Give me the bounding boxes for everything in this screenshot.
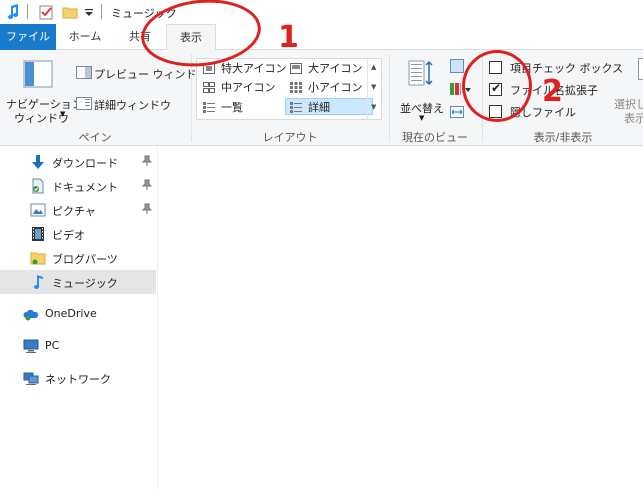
details-view-icon — [290, 102, 302, 113]
nav-item-pictures[interactable]: ピクチャ — [0, 198, 156, 222]
annotation-circle-2 — [462, 50, 532, 122]
ribbon-tabs: ファイル ホーム 共有 表示 — [0, 24, 643, 51]
network-icon — [23, 372, 39, 385]
layout-large-label: 大アイコン — [308, 62, 363, 75]
nav-item-music[interactable]: ミュージック — [0, 270, 156, 294]
nav-item-label: ネットワーク — [45, 373, 111, 386]
details-pane-label: 詳細ウィンドウ — [94, 99, 171, 112]
pin-icon[interactable] — [142, 179, 152, 191]
layout-large-icons[interactable]: 大アイコン — [286, 60, 374, 77]
layout-gallery: 特大アイコン 大アイコン 中アイコン 小アイコン 一覧 詳細 ▲ ▼ ▼ — [196, 58, 382, 120]
properties-icon[interactable] — [38, 4, 54, 20]
annotation-number-2: 2 — [542, 74, 563, 109]
scroll-up-icon[interactable]: ▲ — [371, 63, 376, 71]
nav-item-videos[interactable]: ビデオ — [0, 222, 156, 246]
title-separator — [101, 4, 102, 19]
onedrive-icon — [23, 309, 39, 321]
sort-by-button[interactable]: 並べ替え ▼ — [396, 56, 448, 126]
customize-quick-access-icon[interactable] — [84, 4, 94, 20]
tab-home[interactable]: ホーム — [56, 24, 114, 50]
nav-pane-button[interactable]: ナビゲーション ウィンドウ ▼ — [4, 56, 83, 126]
layout-list[interactable]: 一覧 — [199, 99, 287, 116]
layout-medium-icons[interactable]: 中アイコン — [199, 79, 287, 96]
annotation-number-1: 1 — [278, 20, 299, 55]
hide-selected-button[interactable]: 選択し 表示 — [612, 56, 643, 126]
layout-small-label: 小アイコン — [308, 81, 363, 94]
pin-icon[interactable] — [142, 155, 152, 167]
nav-item-blog-parts[interactable]: ブログパーツ — [0, 246, 156, 270]
size-columns-icon[interactable] — [450, 106, 464, 118]
details-pane-icon — [76, 97, 92, 110]
scroll-down-icon[interactable]: ▼ — [371, 83, 376, 91]
navigation-pane: ダウンロード ドキュメント ピクチャ ビデオ ブログパーツ ミュージック One… — [0, 147, 158, 489]
hide-selected-icon — [638, 58, 643, 80]
layout-list-label: 一覧 — [221, 101, 243, 114]
nav-item-documents[interactable]: ドキュメント — [0, 174, 156, 198]
folder-icon — [30, 252, 46, 265]
group-label-layout: レイアウト — [262, 131, 318, 144]
nav-item-label: ブログパーツ — [52, 253, 118, 266]
video-icon — [32, 227, 44, 241]
gallery-expand-icon[interactable]: ▼ — [371, 103, 376, 111]
pin-icon[interactable] — [142, 203, 152, 215]
download-icon — [32, 155, 44, 169]
large-icons-icon — [290, 63, 302, 74]
chevron-down-icon: ▼ — [60, 110, 66, 118]
layout-extra-large-label: 特大アイコン — [221, 62, 287, 75]
nav-item-label: OneDrive — [45, 307, 97, 320]
list-icon — [203, 102, 215, 113]
nav-item-pc[interactable]: PC — [0, 334, 156, 358]
chevron-down-icon: ▼ — [419, 114, 425, 122]
small-icons-icon — [290, 82, 302, 93]
title-bar: ミュージック — [0, 0, 643, 24]
layout-small-icons[interactable]: 小アイコン — [286, 79, 374, 96]
nav-item-network[interactable]: ネットワーク — [0, 366, 156, 390]
preview-pane-icon — [76, 66, 92, 79]
new-folder-icon[interactable] — [62, 4, 78, 20]
preview-pane-button[interactable]: プレビュー ウィンドウ — [74, 64, 208, 82]
nav-item-label: ダウンロード — [52, 157, 118, 170]
music-icon — [34, 275, 43, 289]
group-by-icon[interactable] — [450, 59, 464, 73]
medium-icons-icon — [203, 82, 215, 93]
details-pane-button[interactable]: 詳細ウィンドウ — [74, 95, 186, 113]
nav-item-label: ビデオ — [52, 229, 85, 242]
pictures-icon — [30, 203, 46, 217]
documents-icon — [32, 178, 44, 194]
nav-item-downloads[interactable]: ダウンロード — [0, 150, 156, 174]
sort-icon — [408, 60, 433, 86]
layout-details[interactable]: 詳細 — [285, 98, 373, 115]
navigation-pane-icon — [23, 60, 53, 88]
nav-item-onedrive[interactable]: OneDrive — [0, 302, 156, 326]
computer-icon — [23, 339, 39, 353]
nav-item-label: PC — [45, 339, 60, 352]
group-label-current-view: 現在のビュー — [402, 131, 468, 144]
nav-item-label: ミュージック — [52, 277, 118, 290]
group-label-show-hide: 表示/非表示 — [533, 131, 593, 144]
layout-medium-label: 中アイコン — [221, 81, 276, 94]
nav-item-label: ドキュメント — [52, 181, 118, 194]
layout-details-label: 詳細 — [308, 101, 330, 114]
music-note-icon — [8, 4, 18, 19]
nav-item-label: ピクチャ — [52, 205, 96, 218]
tab-file[interactable]: ファイル — [0, 24, 56, 50]
hide-selected-label-2: 表示 — [624, 112, 643, 125]
title-separator — [27, 4, 28, 19]
layout-gallery-scroll: ▲ ▼ ▼ — [367, 59, 381, 119]
group-label-pane: ペイン — [78, 131, 112, 144]
